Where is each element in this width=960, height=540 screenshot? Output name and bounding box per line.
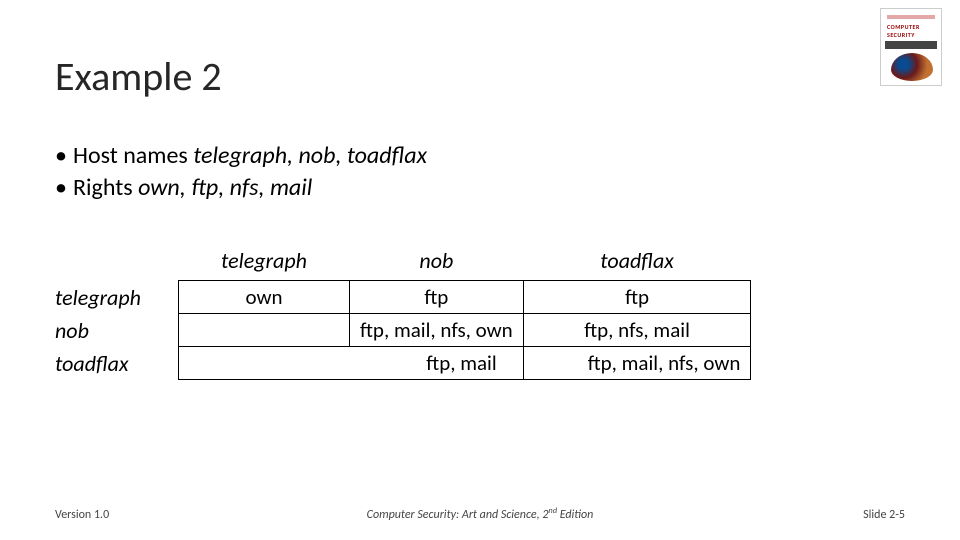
cell (179, 314, 350, 347)
butterfly-icon (891, 53, 933, 81)
slide-number: Slide 2-5 (863, 508, 905, 522)
cell: ftp, mail, nfs, own (523, 347, 751, 380)
bullet-text: Rights (73, 173, 138, 202)
cell: ftp (523, 281, 751, 314)
book-cover-thumbnail: COMPUTER SECURITY (880, 8, 942, 86)
cell: own (179, 281, 350, 314)
corner-blank (55, 245, 179, 281)
cell: ftp, nfs, mail (523, 314, 751, 347)
row-header: toadflax (55, 347, 179, 380)
footer-book-title-post: Edition (557, 508, 593, 522)
footer-superscript: nd (548, 506, 557, 516)
slide: COMPUTER SECURITY Example 2 • Host names… (0, 0, 960, 540)
thumb-line2: SECURITY (887, 31, 935, 39)
table-row: telegraph own ftp ftp (55, 281, 751, 314)
bullet-dot: • (55, 172, 73, 204)
bullet-text: Host names (73, 141, 193, 170)
col-header: toadflax (523, 245, 751, 281)
bullet-italic: own, ftp, nfs, mail (138, 173, 312, 202)
access-matrix: telegraph nob toadflax telegraph own ftp… (55, 245, 751, 380)
footer-center: Computer Security: Art and Science, 2nd … (0, 506, 960, 522)
cell-spanned: ftp, mail (179, 347, 524, 380)
table-row: nob ftp, mail, nfs, own ftp, nfs, mail (55, 314, 751, 347)
bullet-dot: • (55, 140, 73, 172)
thumb-decor-band (885, 41, 937, 49)
table-header-row: telegraph nob toadflax (55, 245, 751, 281)
row-header: telegraph (55, 281, 179, 314)
col-header: nob (350, 245, 524, 281)
thumb-line1: COMPUTER (887, 23, 935, 31)
cell: ftp (350, 281, 524, 314)
slide-title: Example 2 (55, 52, 222, 101)
table-row: toadflax ftp, mail ftp, mail, nfs, own (55, 347, 751, 380)
bullet-item: • Host names telegraph, nob, toadflax (55, 140, 427, 172)
footer-book-title-pre: Computer Security: Art and Science, 2 (367, 508, 549, 522)
bullet-italic: telegraph, nob, toadflax (193, 141, 427, 170)
row-header: nob (55, 314, 179, 347)
cell: ftp, mail, nfs, own (350, 314, 524, 347)
bullet-item: • Rights own, ftp, nfs, mail (55, 172, 427, 204)
thumb-decor-bar (887, 15, 935, 19)
matrix-table: telegraph nob toadflax telegraph own ftp… (55, 245, 751, 380)
bullet-list: • Host names telegraph, nob, toadflax • … (55, 140, 427, 205)
col-header: telegraph (179, 245, 350, 281)
